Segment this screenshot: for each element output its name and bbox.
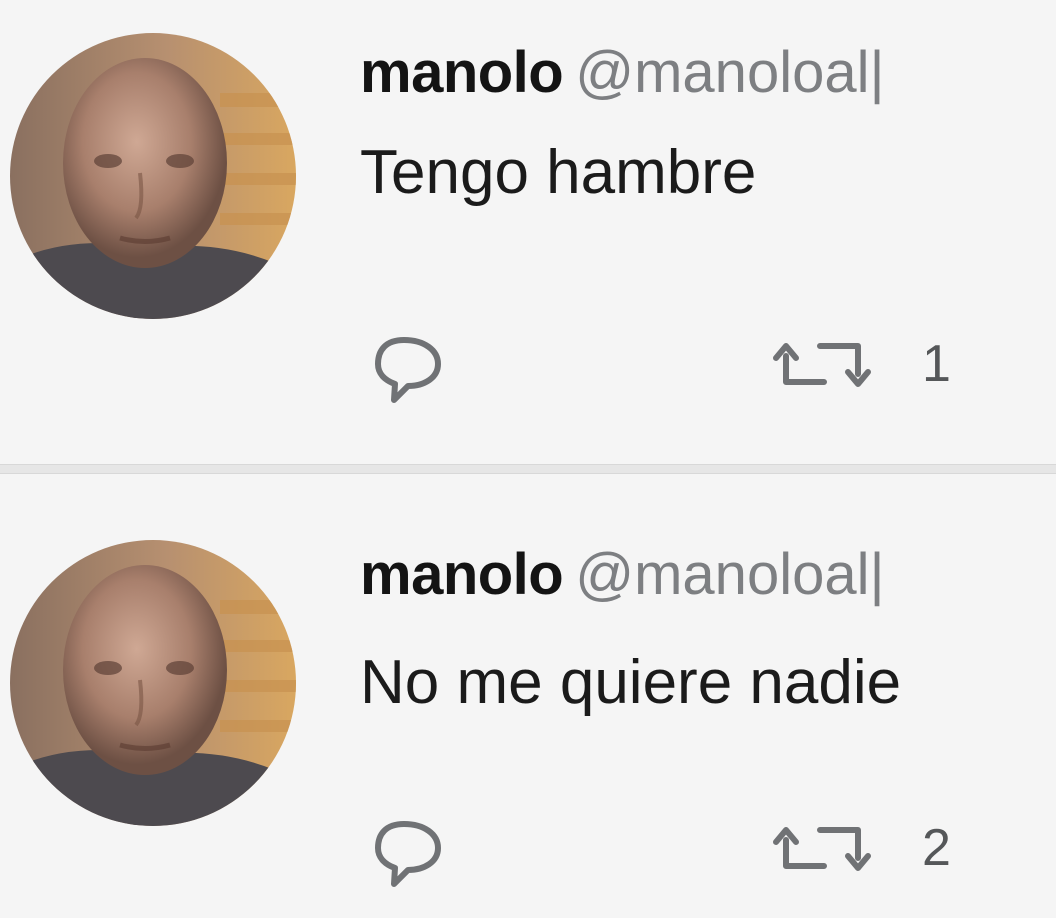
retweet-button[interactable]: 2 — [772, 810, 972, 890]
avatar-photo — [10, 33, 296, 319]
tweet-actions: 1 — [360, 326, 1040, 406]
tweet-actions: 2 — [360, 810, 1040, 890]
tweet-card[interactable]: manolo @manoloal| Tengo hambre 1 — [0, 0, 1056, 464]
reply-button[interactable] — [368, 326, 448, 406]
reply-bubble-icon — [375, 337, 441, 403]
tweet-card[interactable]: manolo @manoloal| No me quiere nadie 2 — [0, 474, 1056, 918]
tweet-header: manolo @manoloal| — [360, 44, 885, 102]
retweet-count: 1 — [922, 335, 951, 393]
display-name[interactable]: manolo — [360, 542, 564, 607]
retweet-count: 2 — [922, 819, 951, 877]
avatar-photo — [10, 540, 296, 826]
tweet-text: Tengo hambre — [360, 138, 757, 207]
retweet-button[interactable]: 1 — [772, 326, 972, 406]
display-name[interactable]: manolo — [360, 40, 564, 105]
reply-bubble-icon — [375, 821, 441, 887]
tweet-text: No me quiere nadie — [360, 648, 902, 717]
user-handle[interactable]: @manoloal| — [575, 40, 884, 105]
avatar[interactable] — [10, 33, 296, 319]
retweet-icon — [773, 827, 871, 871]
tweet-divider — [0, 464, 1056, 474]
tweet-feed: manolo @manoloal| Tengo hambre 1 manolo … — [0, 0, 1056, 918]
avatar[interactable] — [10, 540, 296, 826]
reply-button[interactable] — [368, 810, 448, 890]
retweet-icon — [773, 343, 871, 387]
user-handle[interactable]: @manoloal| — [575, 542, 884, 607]
tweet-header: manolo @manoloal| — [360, 546, 885, 604]
